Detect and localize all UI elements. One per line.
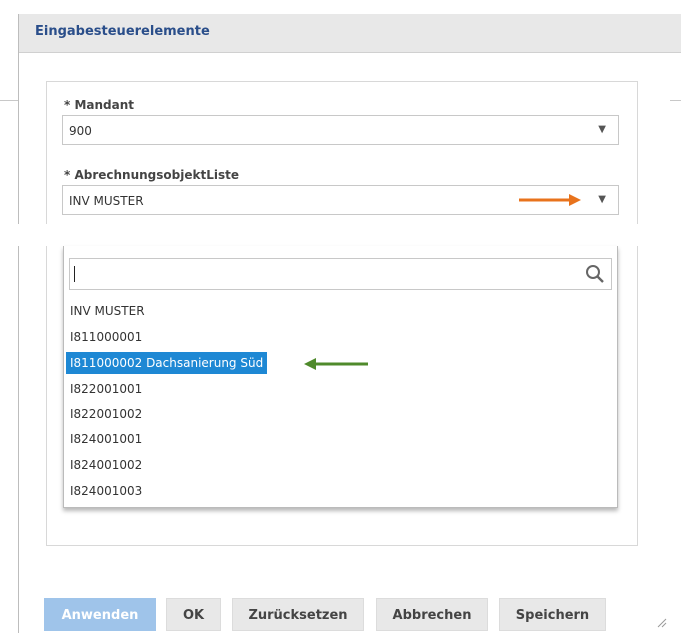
orange-arrow-icon xyxy=(519,194,581,206)
resize-grip-icon[interactable] xyxy=(655,616,667,628)
mandant-label: * Mandant xyxy=(64,98,135,112)
dropdown-search-input[interactable] xyxy=(69,258,612,290)
text-cursor xyxy=(74,266,75,282)
mandant-select[interactable]: 900 ▼ xyxy=(62,115,619,145)
abrechnungsobjekt-label: * AbrechnungsobjektListe xyxy=(64,168,239,182)
dropdown-option[interactable]: I822001002 xyxy=(66,403,146,425)
apply-button[interactable]: Anwenden xyxy=(44,598,156,631)
background-divider xyxy=(0,100,18,101)
reset-button[interactable]: Zurücksetzen xyxy=(232,598,364,631)
dropdown-option[interactable]: I822001001 xyxy=(66,378,146,400)
dialog-title: Eingabesteuerelemente xyxy=(35,24,210,39)
screenshot-gap xyxy=(0,224,681,246)
background-divider-right xyxy=(670,100,681,101)
mandant-value: 900 xyxy=(69,124,92,138)
dialog-titlebar: Eingabesteuerelemente xyxy=(19,14,681,53)
ok-button[interactable]: OK xyxy=(166,598,221,631)
green-arrow-icon xyxy=(304,358,368,370)
save-button[interactable]: Speichern xyxy=(499,598,606,631)
caret-down-icon[interactable]: ▼ xyxy=(598,124,606,135)
search-icon[interactable] xyxy=(585,264,605,284)
dropdown-option[interactable]: I811000001 xyxy=(66,326,146,348)
dropdown-option[interactable]: INV MUSTER xyxy=(66,300,149,322)
dropdown-option[interactable]: I824001001 xyxy=(66,428,146,450)
caret-down-icon[interactable]: ▼ xyxy=(598,194,606,205)
dropdown-option[interactable]: I824001002 xyxy=(66,454,146,476)
abrechnungsobjekt-value: INV MUSTER xyxy=(69,194,144,208)
dropdown-option[interactable]: I824001003 xyxy=(66,480,146,502)
dropdown-option-selected[interactable]: I811000002 Dachsanierung Süd xyxy=(66,352,268,374)
cancel-button[interactable]: Abbrechen xyxy=(376,598,488,631)
